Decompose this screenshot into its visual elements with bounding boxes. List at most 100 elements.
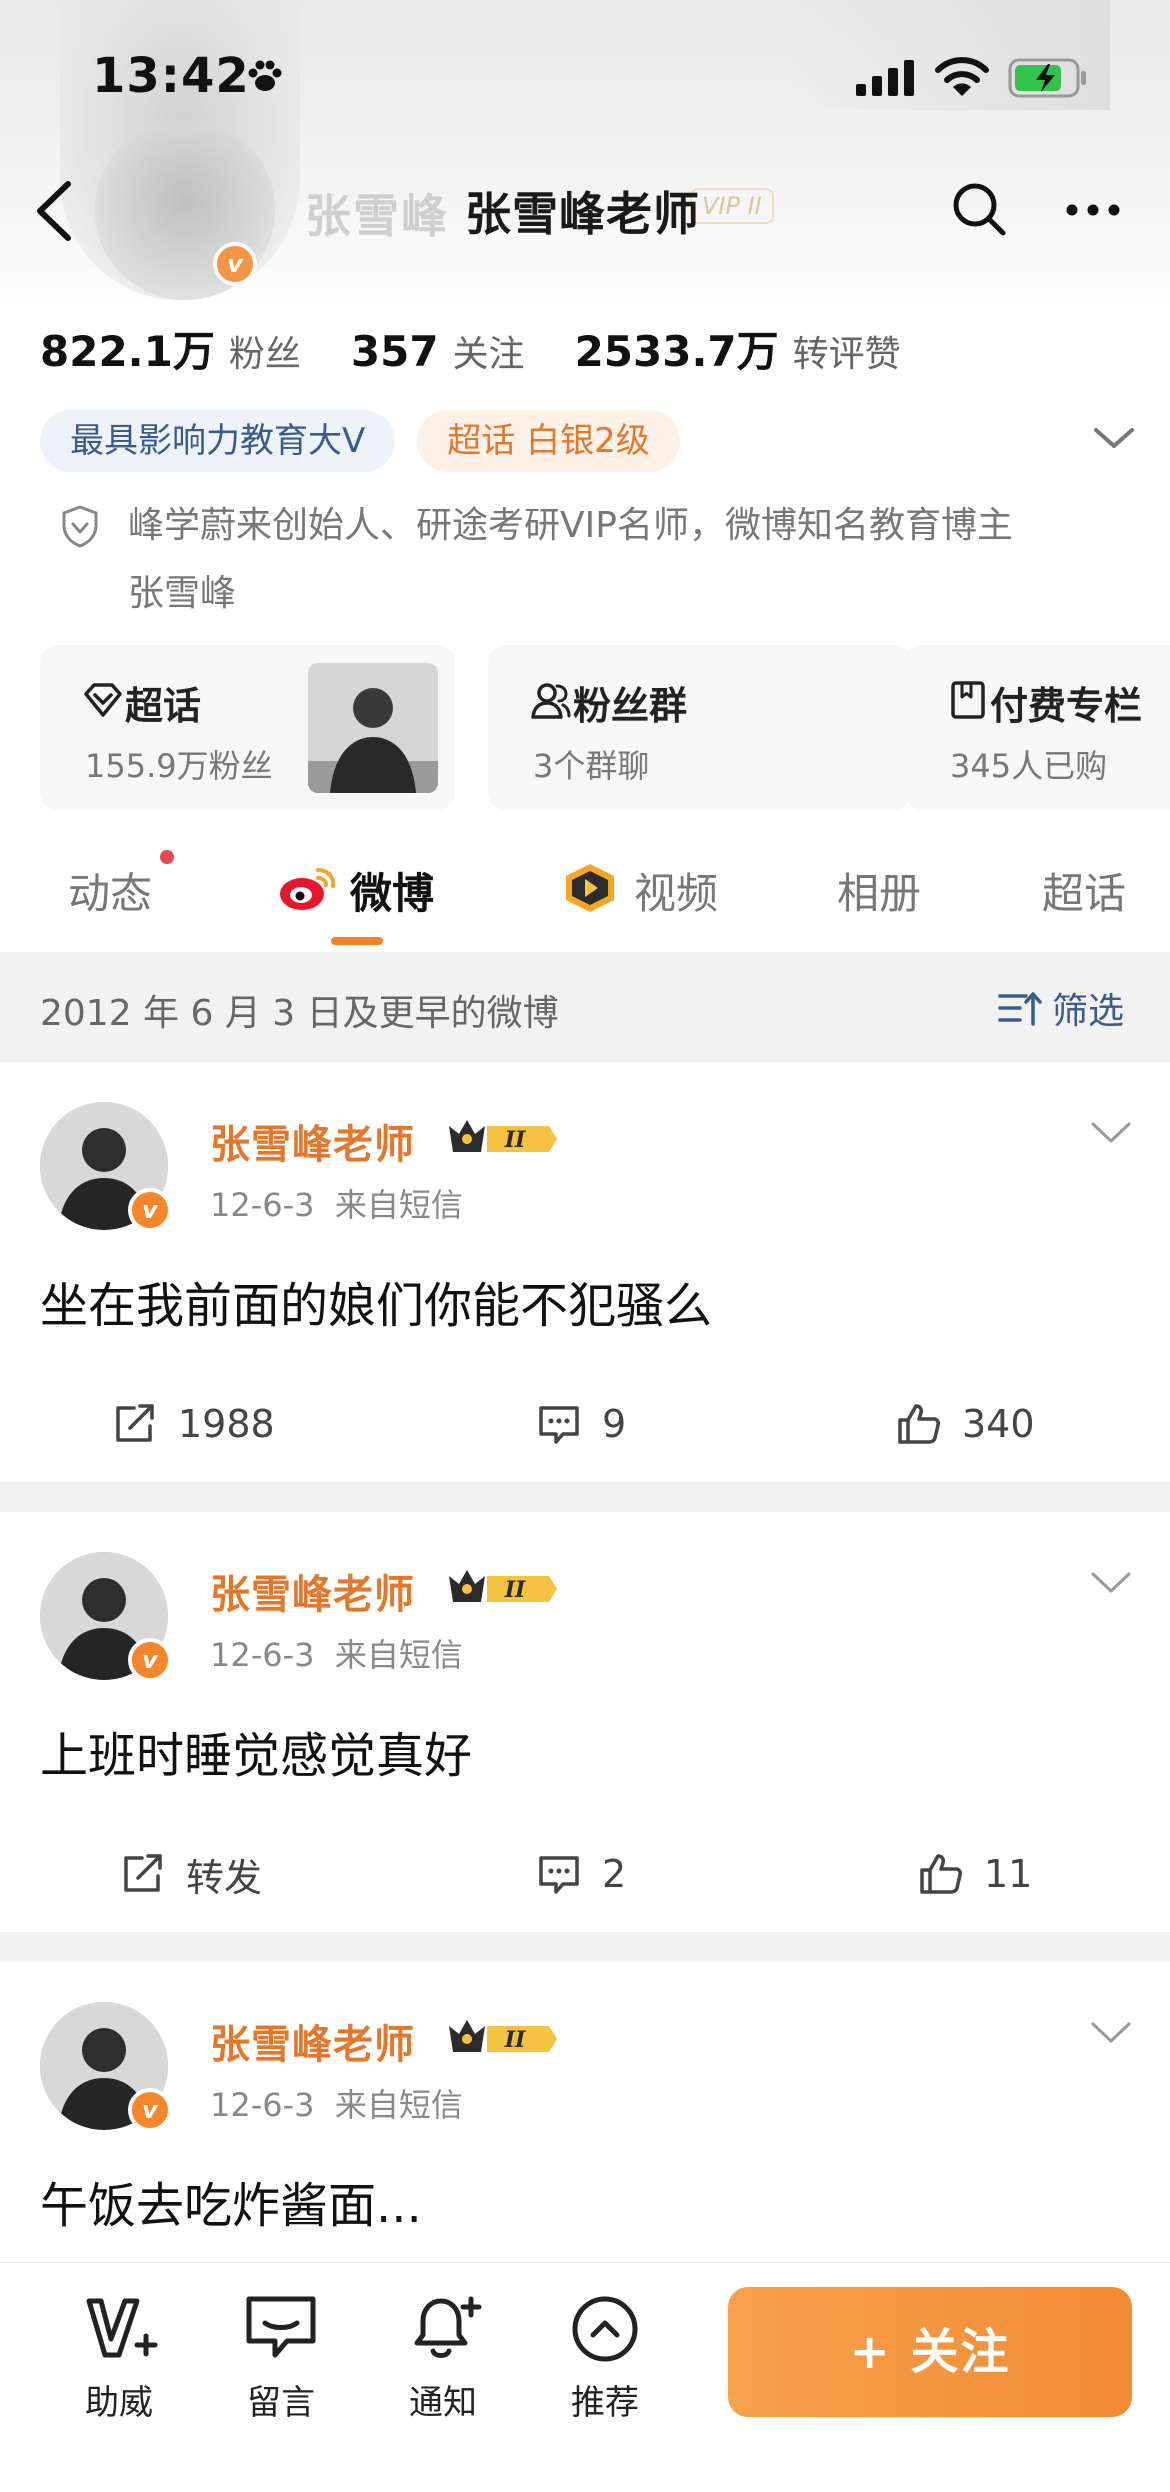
- cheer-icon: [86, 2298, 158, 2358]
- post-separator: [0, 1482, 1170, 1512]
- follow-button[interactable]: + 关注: [728, 2287, 1132, 2417]
- stat-engagement[interactable]: 2533.7万 转评赞: [575, 318, 901, 379]
- influence-badge[interactable]: 最具影响力教育大V: [40, 410, 396, 472]
- date-filter-text: 2012 年 6 月 3 日及更早的微博: [40, 993, 559, 1034]
- weibo-logo-icon: [280, 868, 336, 910]
- page-title: 张雪峰老师: [465, 187, 700, 241]
- post-date: 12-6-3: [210, 1186, 315, 1224]
- crown-level: II: [504, 1577, 526, 1603]
- cellular-signal-icon: [856, 60, 914, 96]
- comment-button[interactable]: 2: [536, 1834, 626, 1914]
- repost-icon: [116, 1404, 154, 1442]
- card-title: 超话: [125, 684, 202, 728]
- post-separator: [0, 1932, 1170, 1962]
- notify-button[interactable]: 通知: [388, 2293, 498, 2424]
- shield-icon: [62, 505, 98, 548]
- tab-weibo[interactable]: 微博: [350, 860, 434, 921]
- comment-count: 9: [602, 1402, 627, 1446]
- profile-avatar[interactable]: v: [95, 120, 275, 300]
- crown-level: II: [504, 2027, 526, 2053]
- post-author[interactable]: 张雪峰老师: [210, 1112, 415, 1170]
- chevron-down-icon[interactable]: [1090, 2020, 1132, 2046]
- search-icon[interactable]: [950, 180, 1008, 238]
- comment-count: 2: [602, 1852, 627, 1896]
- stat-label: 关注: [452, 334, 525, 375]
- supertopic-level-badge[interactable]: 超话 白银2级: [417, 410, 680, 472]
- message-icon: [246, 2296, 316, 2358]
- book-icon: [951, 681, 985, 719]
- stat-value: 822.1万: [40, 327, 215, 376]
- tab-video[interactable]: 视频: [634, 860, 718, 921]
- recommend-button[interactable]: 推荐: [550, 2293, 660, 2424]
- tab-activity[interactable]: 动态: [68, 860, 152, 921]
- repost-button[interactable]: 转发: [120, 1834, 262, 1914]
- like-button[interactable]: 11: [918, 1834, 1032, 1914]
- filter-icon: [998, 992, 1042, 1026]
- notification-dot: [160, 850, 174, 864]
- stat-following[interactable]: 357 关注: [351, 325, 525, 377]
- post-date: 12-6-3: [210, 1636, 315, 1674]
- profile-stats: 822.1万 粉丝 357 关注 2533.7万 转评赞: [40, 318, 951, 378]
- bell-icon: [414, 2296, 482, 2358]
- card-title: 付费专栏: [990, 684, 1143, 728]
- post-source: 来自短信: [334, 1186, 463, 1224]
- comment-icon: [539, 1406, 579, 1444]
- comment-icon: [539, 1856, 579, 1894]
- back-button[interactable]: [30, 176, 80, 246]
- nav-bar: v 张雪峰 VIP II 张雪峰老师: [0, 120, 1170, 300]
- chevron-down-icon[interactable]: [1090, 1120, 1132, 1146]
- post-card[interactable]: v 张雪峰老师 II 12-6-3 来自短信 坐在我前面的娘们你能不犯骚么 19…: [0, 1062, 1170, 1482]
- verified-badge-icon: v: [128, 1638, 172, 1682]
- card-subtitle: 3个群聊: [533, 747, 650, 785]
- post-meta: 12-6-3 来自短信: [210, 2080, 463, 2126]
- repost-count: 1988: [178, 1402, 275, 1446]
- card-subtitle: 155.9万粉丝: [85, 747, 273, 785]
- stat-value: 357: [350, 327, 439, 376]
- stat-value: 2533.7万: [574, 327, 779, 376]
- card-title: 粉丝群: [573, 684, 688, 728]
- bottom-label: 通知: [409, 2383, 477, 2423]
- post-text: 午饭去吃炸酱面...: [40, 2178, 422, 2234]
- active-tab-indicator: [331, 937, 383, 945]
- wifi-icon: [935, 57, 989, 96]
- filter-button[interactable]: 筛选: [998, 982, 1124, 1034]
- supertopic-thumbnail: [308, 663, 438, 793]
- profile-tabs: 动态 微博 视频 相册 超话: [0, 850, 1170, 950]
- tab-supertopic[interactable]: 超话: [1042, 860, 1126, 921]
- tab-album[interactable]: 相册: [837, 860, 921, 921]
- card-fan-group[interactable]: 粉丝群 3个群聊: [488, 645, 912, 810]
- filter-label: 筛选: [1052, 991, 1125, 1032]
- group-icon: [531, 683, 571, 719]
- bottom-label: 推荐: [571, 2383, 639, 2423]
- post-author[interactable]: 张雪峰老师: [210, 2012, 415, 2070]
- filter-bar: 2012 年 6 月 3 日及更早的微博 筛选: [0, 952, 1170, 1062]
- vip-crown-icon: II: [449, 2020, 557, 2053]
- feature-cards: 超话 155.9万粉丝 粉丝群 3个群聊 付费专栏 345人已购: [40, 645, 1170, 810]
- vip-crown-icon: II: [449, 1120, 557, 1153]
- stat-label: 粉丝: [228, 334, 301, 375]
- stat-followers[interactable]: 822.1万 粉丝: [40, 318, 301, 379]
- repost-button[interactable]: 1988: [112, 1384, 275, 1464]
- like-count: 11: [984, 1852, 1033, 1896]
- chevron-down-icon[interactable]: [1092, 424, 1136, 452]
- message-button[interactable]: 留言: [226, 2293, 336, 2424]
- like-button[interactable]: 340: [896, 1384, 1035, 1464]
- post-author[interactable]: 张雪峰老师: [210, 1562, 415, 1620]
- post-source: 来自短信: [334, 2086, 463, 2124]
- thumbs-up-icon: [898, 1404, 940, 1444]
- paw-icon: [248, 60, 282, 91]
- bottom-label: 助威: [85, 2383, 153, 2423]
- card-paid-column[interactable]: 付费专栏 345人已购: [905, 645, 1170, 810]
- diamond-icon: [84, 683, 122, 717]
- post-meta: 12-6-3 来自短信: [210, 1180, 463, 1226]
- cheer-button[interactable]: 助威: [64, 2293, 174, 2424]
- profile-name-faded: 张雪峰: [305, 189, 449, 243]
- chevron-down-icon[interactable]: [1090, 1570, 1132, 1596]
- comment-button[interactable]: 9: [536, 1384, 626, 1464]
- bottom-label: 留言: [247, 2383, 315, 2423]
- post-card[interactable]: v 张雪峰老师 II 12-6-3 来自短信 午饭去吃炸酱面...: [0, 1962, 1170, 2262]
- card-supertopic[interactable]: 超话 155.9万粉丝: [40, 645, 455, 810]
- card-subtitle: 345人已购: [950, 747, 1108, 785]
- more-options-icon[interactable]: [1064, 202, 1122, 218]
- post-card[interactable]: v 张雪峰老师 II 12-6-3 来自短信 上班时睡觉感觉真好 转发 2 11: [0, 1512, 1170, 1932]
